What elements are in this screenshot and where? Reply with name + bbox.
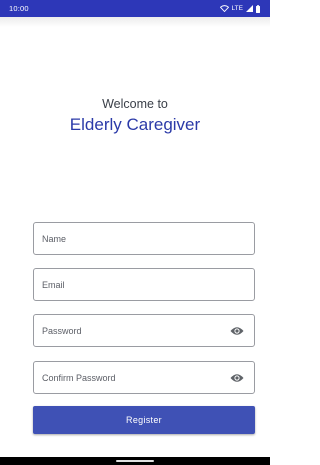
app-name: Elderly Caregiver: [69, 115, 201, 134]
eye-icon[interactable]: [230, 326, 244, 336]
password-input[interactable]: [42, 325, 222, 336]
cell-signal-icon: [246, 5, 253, 12]
register-button[interactable]: Register: [33, 406, 255, 434]
confirm-password-input[interactable]: [42, 372, 222, 383]
password-field[interactable]: [33, 314, 255, 347]
wifi-icon: [219, 5, 229, 12]
status-bar: 10:00 LTE: [0, 0, 270, 17]
welcome-text: Welcome to: [102, 97, 168, 111]
name-input[interactable]: [42, 233, 254, 244]
battery-icon: [256, 4, 260, 13]
eye-icon[interactable]: [230, 373, 244, 383]
network-label: LTE: [231, 5, 243, 12]
home-handle[interactable]: [116, 460, 154, 462]
email-field[interactable]: [33, 268, 255, 301]
confirm-password-field[interactable]: [33, 361, 255, 394]
navigation-bar: [0, 457, 270, 465]
app-top-area: [0, 17, 270, 27]
status-icons: LTE: [219, 4, 260, 13]
name-field[interactable]: [33, 222, 255, 255]
email-input[interactable]: [42, 279, 254, 290]
status-time: 10:00: [9, 4, 29, 13]
